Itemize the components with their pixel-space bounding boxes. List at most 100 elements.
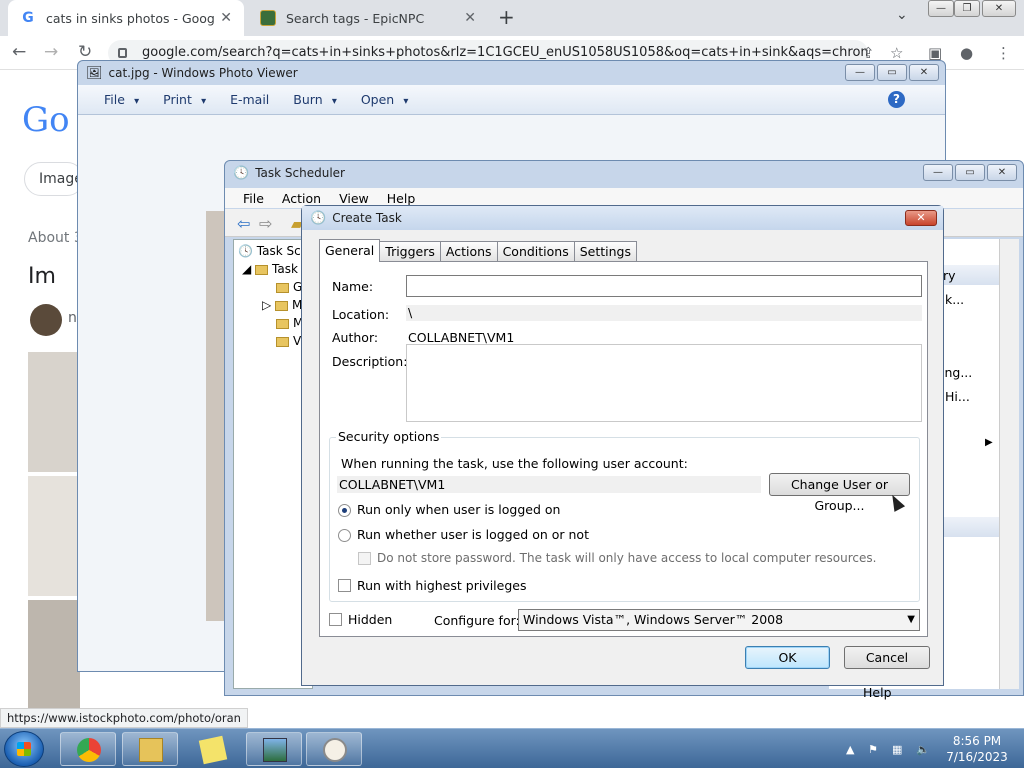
photo-viewer-app-icon: 🖼 <box>86 65 103 81</box>
tab-search-chevron-icon[interactable]: ⌄ <box>896 7 908 23</box>
tree-item-folder[interactable]: V <box>276 334 301 348</box>
general-tab-panel: Name: Location: \ Author: COLLABNET\VM1 … <box>319 261 928 637</box>
action-item[interactable]: ing... <box>941 365 972 380</box>
tab-general[interactable]: General <box>319 239 381 262</box>
tab-actions[interactable]: Actions <box>439 241 498 262</box>
tab-close-icon[interactable]: ✕ <box>464 10 476 26</box>
author-label: Author: <box>332 330 379 345</box>
tab-title: cats in sinks photos - Google Sea <box>46 10 215 26</box>
tree-item-folder[interactable]: ▷ M <box>262 298 302 312</box>
taskbar-clock[interactable]: 8:56 PM 7/16/2023 <box>946 733 1008 765</box>
minimize-button[interactable]: — <box>923 164 953 181</box>
google-logo[interactable]: Go <box>22 100 70 140</box>
menu-open[interactable]: Open <box>361 92 409 107</box>
tree-item-folder[interactable]: M <box>276 316 303 330</box>
taskbar-explorer[interactable] <box>122 732 178 766</box>
run-logged-on-label[interactable]: Run only when user is logged on <box>357 502 560 517</box>
start-button[interactable] <box>4 731 44 767</box>
tree-item-root[interactable]: 🕓 Task Sch <box>238 244 308 258</box>
back-arrow-icon[interactable]: ← <box>12 42 26 62</box>
tab-settings[interactable]: Settings <box>573 241 638 262</box>
forward-arrow-icon[interactable]: ⇨ <box>259 214 272 233</box>
menu-file[interactable]: File <box>104 92 139 107</box>
menu-burn[interactable]: Burn <box>293 92 337 107</box>
tab-close-icon[interactable]: ✕ <box>220 10 232 26</box>
image-thumbnail[interactable] <box>28 476 80 596</box>
source-name: n <box>68 310 77 326</box>
windows-taskbar: ▲ ⚑ ▦ 🔈 8:56 PM 7/16/2023 <box>0 728 1024 768</box>
menu-action[interactable]: Action <box>282 191 321 206</box>
taskbar-task-scheduler[interactable] <box>306 732 362 766</box>
image-thumbnail[interactable] <box>28 600 80 710</box>
close-button[interactable]: ✕ <box>987 164 1017 181</box>
volume-muted-icon[interactable]: 🔈 <box>916 743 930 756</box>
chrome-restore-button[interactable]: ❐ <box>954 0 980 17</box>
change-user-or-group-button[interactable]: Change User or Group... <box>769 473 910 513</box>
reload-icon[interactable]: ↻ <box>78 42 92 62</box>
help-icon[interactable]: ? <box>888 91 905 108</box>
tree-item-folder[interactable]: G <box>276 280 302 294</box>
action-item-help[interactable]: Help <box>863 685 892 700</box>
run-whether-logged-on-radio[interactable] <box>338 529 351 542</box>
minimize-button[interactable]: — <box>845 64 875 81</box>
tab-google-search[interactable]: G cats in sinks photos - Google Sea ✕ <box>8 0 244 36</box>
tab-conditions[interactable]: Conditions <box>496 241 575 262</box>
description-textarea[interactable] <box>406 344 922 422</box>
menu-file[interactable]: File <box>243 191 264 206</box>
profile-avatar-icon[interactable]: ● <box>960 44 973 62</box>
network-icon[interactable]: ▦ <box>892 743 902 756</box>
close-button[interactable]: ✕ <box>909 64 939 81</box>
security-options-title: Security options <box>336 429 442 444</box>
menu-view[interactable]: View <box>339 191 369 206</box>
taskbar-sticky-notes[interactable] <box>184 732 240 766</box>
taskbar-photo-viewer[interactable] <box>246 732 302 766</box>
images-filter-chip[interactable]: Images <box>24 162 84 196</box>
location-value: \ <box>406 305 922 321</box>
run-logged-on-radio[interactable] <box>338 504 351 517</box>
highest-privileges-checkbox[interactable] <box>338 579 351 592</box>
do-not-store-password-checkbox[interactable] <box>358 552 371 565</box>
sticky-notes-icon <box>198 735 228 765</box>
menu-help[interactable]: Help <box>387 191 416 206</box>
menu-email[interactable]: E-mail <box>230 92 269 107</box>
maximize-button[interactable]: ▭ <box>877 64 907 81</box>
action-item[interactable]: Hi... <box>945 389 970 404</box>
action-item[interactable]: k... <box>945 292 964 307</box>
google-favicon-icon: G <box>22 10 34 26</box>
cancel-button[interactable]: Cancel <box>844 646 930 669</box>
new-tab-button[interactable]: + <box>498 5 515 29</box>
chrome-menu-icon[interactable]: ⋮ <box>996 44 1011 62</box>
name-input[interactable] <box>406 275 922 297</box>
actions-scrollbar[interactable] <box>999 239 1019 689</box>
chrome-close-button[interactable]: ✕ <box>982 0 1016 17</box>
image-thumbnail[interactable] <box>28 352 80 472</box>
maximize-button[interactable]: ▭ <box>955 164 985 181</box>
configure-for-dropdown[interactable]: Windows Vista™, Windows Server™ 2008 ▼ <box>518 609 920 631</box>
dropdown-arrow-icon: ▼ <box>907 614 915 625</box>
source-avatar[interactable] <box>30 304 62 336</box>
task-scheduler-titlebar[interactable]: 🕓 Task Scheduler <box>225 161 1023 185</box>
close-button[interactable]: ✕ <box>905 210 937 226</box>
submenu-arrow-icon[interactable]: ▶ <box>985 437 993 448</box>
action-center-flag-icon[interactable]: ⚑ <box>868 743 878 756</box>
tree-item-library[interactable]: ◢ Task <box>242 262 298 276</box>
tab-epicnpc[interactable]: Search tags - EpicNPC ✕ <box>248 0 488 36</box>
ok-button[interactable]: OK <box>745 646 830 669</box>
highest-privileges-label[interactable]: Run with highest privileges <box>357 578 526 593</box>
menu-print[interactable]: Print <box>163 92 206 107</box>
hidden-label[interactable]: Hidden <box>348 612 392 627</box>
create-task-titlebar[interactable]: 🕓 Create Task <box>302 206 943 230</box>
name-label: Name: <box>332 279 374 294</box>
run-whether-logged-on-label[interactable]: Run whether user is logged on or not <box>357 527 589 542</box>
user-account-value: COLLABNET\VM1 <box>337 476 761 493</box>
back-arrow-icon[interactable]: ⇦ <box>237 214 250 233</box>
lock-icon[interactable] <box>118 48 127 58</box>
hidden-checkbox[interactable] <box>329 613 342 626</box>
photo-viewer-titlebar[interactable]: 🖼 cat.jpg - Windows Photo Viewer <box>78 61 945 85</box>
chrome-logo-icon <box>77 738 101 762</box>
show-hidden-icons-icon[interactable]: ▲ <box>846 743 854 756</box>
taskbar-chrome[interactable] <box>60 732 116 766</box>
chrome-minimize-button[interactable]: — <box>928 0 954 17</box>
tab-triggers[interactable]: Triggers <box>379 241 441 262</box>
forward-arrow-icon[interactable]: → <box>44 42 58 62</box>
